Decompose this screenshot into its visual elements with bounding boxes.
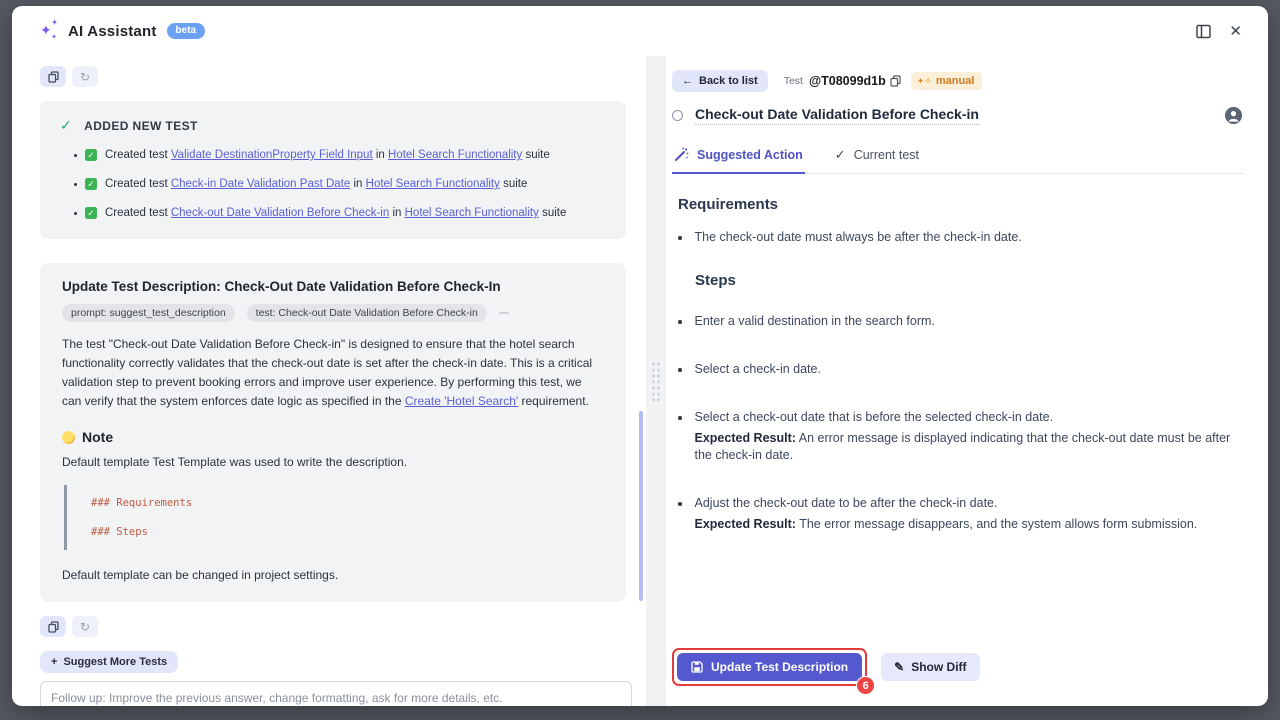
- plus-icon: +: [51, 656, 57, 668]
- annotation-number-badge: 6: [856, 676, 875, 695]
- suite-link[interactable]: Hotel Search Functionality: [366, 178, 500, 190]
- panel-divider[interactable]: [646, 56, 666, 706]
- requirement-item: The check-out date must always be after …: [678, 229, 1240, 246]
- test-label: Test: [784, 75, 803, 87]
- steps-heading: Steps: [695, 272, 1240, 289]
- magic-wand-icon: [674, 147, 689, 162]
- test-id: @T08099d1b: [809, 74, 886, 88]
- template-blockquote: ### Requirements ### Steps: [64, 485, 604, 550]
- chick-emoji-icon: [62, 431, 75, 444]
- save-icon: [691, 661, 703, 673]
- card-title: Update Test Description: Check-Out Date …: [62, 279, 604, 294]
- manual-status-badge: ✦✧ manual: [911, 72, 983, 90]
- suite-link[interactable]: Hotel Search Functionality: [388, 149, 522, 161]
- step-item: Select a check-in date.: [678, 361, 1240, 378]
- page-title: AI Assistant: [68, 23, 157, 40]
- note-line: Default template Test Template was used …: [62, 455, 604, 469]
- note-title: Note: [82, 429, 113, 445]
- expected-result: Expected Result: The error message disap…: [695, 516, 1198, 533]
- test-link[interactable]: Validate DestinationProperty Field Input: [171, 149, 373, 161]
- checkbox-emoji-icon: ✓: [85, 178, 97, 190]
- step-item: Enter a valid destination in the search …: [678, 313, 1240, 330]
- ai-assistant-modal: ✦✦✦ AI Assistant beta ✕ ↻ ✓: [12, 6, 1268, 706]
- requirements-heading: Requirements: [678, 196, 1240, 213]
- added-tests-title: ADDED NEW TEST: [84, 119, 198, 133]
- checkbox-emoji-icon: ✓: [85, 149, 97, 161]
- modal-header: ✦✦✦ AI Assistant beta ✕: [12, 6, 1268, 56]
- assignee-avatar[interactable]: [1225, 107, 1242, 124]
- drag-handle[interactable]: [651, 361, 661, 401]
- success-check-icon: ✓: [60, 117, 72, 134]
- test-tag: test: Check-out Date Validation Before C…: [247, 304, 487, 322]
- note-line: Default template can be changed in proje…: [62, 568, 604, 582]
- chat-panel: ↻ ✓ ADDED NEW TEST ✓ Created test Valida…: [12, 56, 646, 706]
- step-item: Adjust the check-out date to be after th…: [678, 495, 1240, 533]
- checkbox-emoji-icon: ✓: [85, 207, 97, 219]
- test-title: Check-out Date Validation Before Check-i…: [695, 106, 979, 125]
- follow-up-input[interactable]: [40, 681, 632, 706]
- back-arrow-icon: ←: [682, 75, 693, 87]
- panel-layout-icon[interactable]: [1196, 24, 1211, 39]
- copy-response-button[interactable]: [40, 616, 66, 637]
- update-description-card: Update Test Description: Check-Out Date …: [40, 263, 626, 602]
- added-tests-card: ✓ ADDED NEW TEST ✓ Created test Validate…: [40, 101, 626, 239]
- test-status-circle[interactable]: [672, 110, 683, 121]
- copy-test-id-icon[interactable]: [890, 75, 901, 87]
- tab-suggested-action[interactable]: Suggested Action: [672, 141, 805, 174]
- pencil-icon: ✎: [894, 660, 904, 674]
- detail-tabs: Suggested Action ✓ Current test: [672, 141, 1244, 174]
- regenerate-icon[interactable]: ↻: [72, 66, 98, 87]
- suggest-more-tests-button[interactable]: + Suggest More Tests: [40, 651, 178, 673]
- close-icon[interactable]: ✕: [1229, 22, 1242, 40]
- back-to-list-button[interactable]: ← Back to list: [672, 70, 768, 92]
- test-link[interactable]: Check-out Date Validation Before Check-i…: [171, 207, 389, 219]
- requirement-link[interactable]: Create 'Hotel Search': [405, 394, 518, 408]
- beta-badge: beta: [167, 23, 206, 39]
- code-line: ### Steps: [91, 526, 604, 538]
- created-test-item: ✓ Created test Validate DestinationPrope…: [74, 148, 606, 163]
- suite-link[interactable]: Hotel Search Functionality: [405, 207, 539, 219]
- ai-sparkle-icon: ✦✦✦: [40, 22, 58, 40]
- collapse-dash: [499, 312, 509, 314]
- code-line: ### Requirements: [91, 497, 604, 509]
- show-diff-button[interactable]: ✎ Show Diff: [881, 653, 979, 681]
- update-test-description-button[interactable]: Update Test Description: [677, 653, 862, 681]
- description-paragraph: The test "Check-out Date Validation Befo…: [62, 335, 604, 411]
- test-link[interactable]: Check-in Date Validation Past Date: [171, 178, 350, 190]
- copy-response-button[interactable]: [40, 66, 66, 87]
- check-icon: ✓: [835, 147, 846, 163]
- step-item: Select a check-out date that is before t…: [678, 409, 1240, 464]
- prompt-tag: prompt: suggest_test_description: [62, 304, 235, 322]
- automation-sparkle-icon: ✦✧: [917, 76, 932, 87]
- created-test-item: ✓ Created test Check-in Date Validation …: [74, 177, 606, 192]
- annotation-highlight-box: Update Test Description 6: [672, 648, 867, 686]
- test-detail-panel: ← Back to list Test @T08099d1b ✦✧ manual…: [666, 56, 1268, 706]
- created-test-item: ✓ Created test Check-out Date Validation…: [74, 206, 606, 221]
- regenerate-icon[interactable]: ↻: [72, 616, 98, 637]
- tab-current-test[interactable]: ✓ Current test: [833, 141, 921, 173]
- left-scrollbar-thumb[interactable]: [639, 411, 643, 601]
- expected-result: Expected Result: An error message is dis…: [695, 430, 1241, 464]
